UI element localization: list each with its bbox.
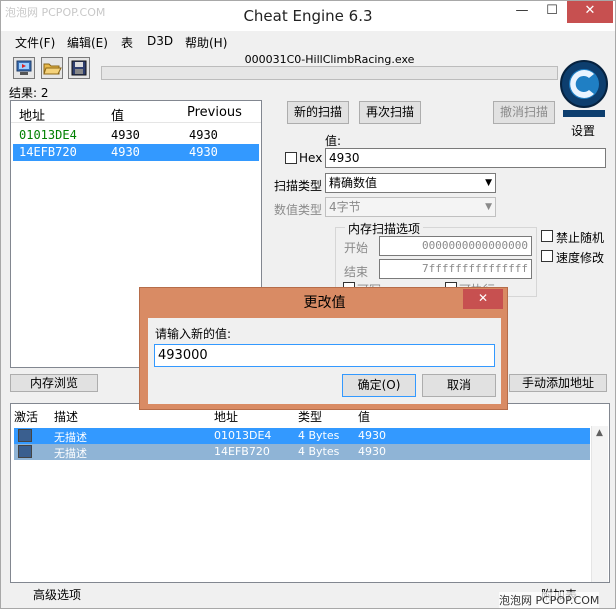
computer-icon bbox=[16, 60, 32, 75]
found-row-address: 01013DE4 bbox=[19, 128, 77, 142]
speed-hack-label: 速度修改 bbox=[556, 251, 605, 265]
row-value: 4930 bbox=[358, 445, 386, 458]
value-type-value: 4字节 bbox=[329, 200, 361, 214]
address-table[interactable]: 激活 描述 地址 类型 值 无描述 01013DE4 4 Bytes 4930 … bbox=[10, 403, 610, 583]
menu-edit[interactable]: 编辑(E) bbox=[67, 34, 108, 51]
hex-checkbox[interactable] bbox=[285, 152, 297, 164]
row-type: 4 Bytes bbox=[298, 429, 340, 442]
no-random-checkbox[interactable] bbox=[541, 230, 553, 242]
results-count: 结果: 2 bbox=[9, 86, 49, 100]
found-list-header: 地址 值 Previous bbox=[11, 101, 261, 124]
start-address-input[interactable]: 0000000000000000 bbox=[379, 236, 532, 256]
settings-label[interactable]: 设置 bbox=[571, 122, 595, 139]
change-value-dialog: 更改值 ✕ 请输入新的值: 493000 确定(O) 取消 bbox=[139, 287, 508, 410]
dialog-close-button[interactable]: ✕ bbox=[463, 289, 503, 309]
found-row-value: 4930 bbox=[111, 128, 140, 142]
cheat-engine-window: 泡泡网 PCPOP.COM Cheat Engine 6.3 — ☐ ✕ 文件(… bbox=[0, 0, 616, 609]
advanced-options-link[interactable]: 高级选项 bbox=[33, 586, 81, 603]
menu-d3d[interactable]: D3D bbox=[147, 34, 173, 48]
watermark-bottom: 泡泡网 PCPOP.COM bbox=[499, 592, 600, 608]
add-address-manually-button[interactable]: 手动添加地址 bbox=[509, 374, 607, 392]
hex-label: Hex bbox=[299, 151, 323, 165]
menu-table[interactable]: 表 bbox=[121, 34, 133, 51]
value-type-select[interactable]: 4字节 ▼ bbox=[325, 197, 496, 217]
col-value[interactable]: 值 bbox=[111, 105, 124, 124]
dialog-prompt: 请输入新的值: bbox=[155, 327, 232, 341]
new-scan-button[interactable]: 新的扫描 bbox=[287, 101, 349, 124]
process-name: 000031C0-HillClimbRacing.exe bbox=[244, 53, 415, 66]
found-row-selected[interactable]: 14EFB720 4930 4930 bbox=[13, 144, 259, 161]
dialog-title: 更改值 bbox=[303, 295, 346, 311]
menu-file[interactable]: 文件(F) bbox=[15, 34, 55, 51]
maximize-button[interactable]: ☐ bbox=[537, 1, 567, 23]
value-input[interactable]: 4930 bbox=[325, 148, 606, 168]
cheat-engine-logo[interactable] bbox=[557, 56, 611, 120]
end-label: 结束 bbox=[344, 265, 369, 279]
found-row[interactable]: 01013DE4 4930 4930 bbox=[13, 127, 259, 144]
row-address: 01013DE4 bbox=[214, 429, 272, 442]
col-active[interactable]: 激活 bbox=[14, 408, 38, 425]
col-address[interactable]: 地址 bbox=[214, 408, 238, 425]
active-checkbox[interactable] bbox=[18, 445, 32, 458]
chevron-down-icon: ▼ bbox=[485, 178, 492, 188]
ok-button[interactable]: 确定(O) bbox=[342, 374, 416, 397]
scan-progress-bar bbox=[101, 66, 558, 80]
col-previous[interactable]: Previous bbox=[187, 105, 242, 120]
next-scan-button[interactable]: 再次扫描 bbox=[359, 101, 421, 124]
row-description: 无描述 bbox=[54, 431, 87, 444]
found-row-previous: 4930 bbox=[189, 145, 218, 159]
cancel-button[interactable]: 取消 bbox=[422, 374, 496, 397]
row-description: 无描述 bbox=[54, 447, 87, 460]
found-row-previous: 4930 bbox=[189, 128, 218, 142]
folder-open-icon bbox=[43, 63, 62, 75]
value-type-label: 数值类型 bbox=[274, 203, 323, 217]
dialog-body: 请输入新的值: 493000 确定(O) 取消 bbox=[148, 318, 501, 404]
memory-view-button[interactable]: 内存浏览 bbox=[10, 374, 98, 392]
no-random-label: 禁止随机 bbox=[556, 231, 605, 245]
title-bar: 泡泡网 PCPOP.COM Cheat Engine 6.3 — ☐ ✕ bbox=[1, 1, 615, 31]
row-address: 14EFB720 bbox=[214, 445, 270, 458]
scroll-up-icon[interactable]: ▲ bbox=[596, 428, 603, 438]
minimize-button[interactable]: — bbox=[507, 1, 537, 23]
menu-help[interactable]: 帮助(H) bbox=[185, 34, 227, 51]
undo-scan-button[interactable]: 撤消扫描 bbox=[493, 101, 555, 124]
table-row[interactable]: 无描述 14EFB720 4 Bytes 4930 bbox=[14, 444, 590, 460]
found-row-value: 4930 bbox=[111, 145, 140, 159]
scan-type-select[interactable]: 精确数值 ▼ bbox=[325, 173, 496, 193]
speed-hack-checkbox[interactable] bbox=[541, 250, 553, 262]
col-value[interactable]: 值 bbox=[358, 408, 370, 425]
memory-scan-options-title: 内存扫描选项 bbox=[345, 220, 424, 237]
cheat-engine-logo-icon bbox=[560, 60, 608, 117]
start-label: 开始 bbox=[344, 241, 369, 255]
open-process-button[interactable] bbox=[13, 57, 35, 79]
table-row[interactable]: 无描述 01013DE4 4 Bytes 4930 bbox=[14, 428, 590, 444]
value-label: 值: bbox=[325, 134, 342, 148]
end-address-input[interactable]: 7fffffffffffffff bbox=[379, 259, 532, 279]
new-value-input[interactable]: 493000 bbox=[154, 344, 495, 367]
floppy-disk-icon bbox=[71, 60, 87, 76]
col-description[interactable]: 描述 bbox=[54, 408, 78, 425]
row-value: 4930 bbox=[358, 429, 386, 442]
scan-type-value: 精确数值 bbox=[329, 176, 378, 190]
address-table-scrollbar[interactable]: ▲ bbox=[591, 426, 608, 582]
open-file-button[interactable] bbox=[41, 57, 63, 79]
close-button[interactable]: ✕ bbox=[567, 1, 613, 23]
chevron-down-icon: ▼ bbox=[485, 202, 492, 212]
row-type: 4 Bytes bbox=[298, 445, 340, 458]
scan-type-label: 扫描类型 bbox=[274, 179, 323, 193]
col-address[interactable]: 地址 bbox=[19, 105, 45, 124]
active-checkbox[interactable] bbox=[18, 429, 32, 442]
found-row-address: 14EFB720 bbox=[19, 145, 77, 159]
save-button[interactable] bbox=[68, 57, 90, 79]
col-type[interactable]: 类型 bbox=[298, 408, 322, 425]
menu-bar: 文件(F) 编辑(E) 表 D3D 帮助(H) bbox=[1, 32, 615, 52]
